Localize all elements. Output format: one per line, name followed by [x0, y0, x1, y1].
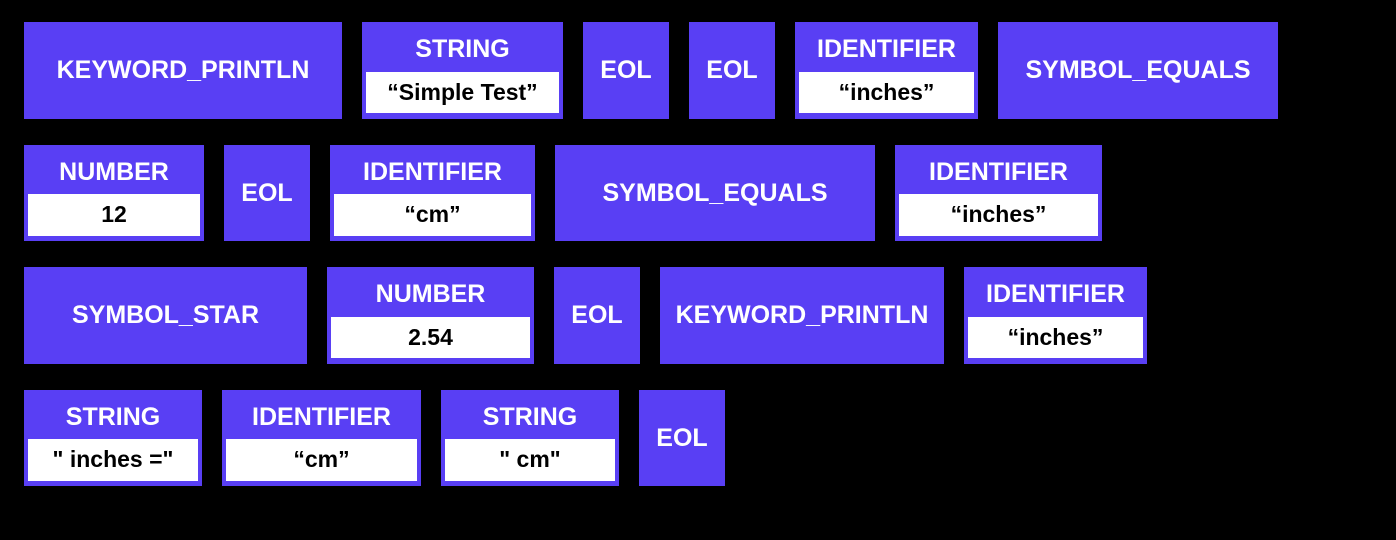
- token-type: EOL: [688, 26, 775, 115]
- token-value: “cm”: [226, 439, 417, 481]
- token: KEYWORD_PRINTLN: [24, 22, 342, 119]
- token-value: " cm": [445, 439, 615, 481]
- token-row: STRING" inches ="IDENTIFIER“cm”STRING" c…: [24, 390, 1372, 487]
- token-row: KEYWORD_PRINTLNSTRING“Simple Test”EOLEOL…: [24, 22, 1372, 119]
- token-value: “Simple Test”: [366, 72, 559, 114]
- token-row: SYMBOL_STARNUMBER2.54EOLKEYWORD_PRINTLNI…: [24, 267, 1372, 364]
- token: IDENTIFIER“cm”: [222, 390, 421, 487]
- token-stream-diagram: KEYWORD_PRINTLNSTRING“Simple Test”EOLEOL…: [0, 0, 1396, 540]
- token: IDENTIFIER“inches”: [895, 145, 1102, 242]
- token-value: “cm”: [334, 194, 531, 236]
- token-type: NUMBER: [28, 150, 200, 195]
- token-row: NUMBER12EOLIDENTIFIER“cm”SYMBOL_EQUALSID…: [24, 145, 1372, 242]
- token: EOL: [689, 22, 775, 119]
- token-type: SYMBOL_EQUALS: [584, 149, 845, 238]
- token-value: " inches =": [28, 439, 198, 481]
- token-type: IDENTIFIER: [799, 27, 974, 72]
- token: NUMBER12: [24, 145, 204, 242]
- token-type: SYMBOL_STAR: [54, 271, 277, 360]
- token-type: STRING: [366, 27, 559, 72]
- token: KEYWORD_PRINTLN: [660, 267, 944, 364]
- token-type: EOL: [223, 149, 310, 238]
- token-type: STRING: [445, 395, 615, 440]
- token: NUMBER2.54: [327, 267, 534, 364]
- token: SYMBOL_EQUALS: [998, 22, 1278, 119]
- token-value: 2.54: [331, 317, 530, 359]
- token: IDENTIFIER“inches”: [795, 22, 978, 119]
- token-value: 12: [28, 194, 200, 236]
- token: SYMBOL_EQUALS: [555, 145, 875, 242]
- token: STRING" cm": [441, 390, 619, 487]
- token: IDENTIFIER“cm”: [330, 145, 535, 242]
- token-type: IDENTIFIER: [226, 395, 417, 440]
- token-value: “inches”: [899, 194, 1098, 236]
- token-type: SYMBOL_EQUALS: [1007, 26, 1268, 115]
- token-rows: KEYWORD_PRINTLNSTRING“Simple Test”EOLEOL…: [24, 22, 1372, 486]
- token-type: IDENTIFIER: [968, 272, 1143, 317]
- token-type: STRING: [28, 395, 198, 440]
- token-type: IDENTIFIER: [334, 150, 531, 195]
- token: EOL: [554, 267, 640, 364]
- token: EOL: [583, 22, 669, 119]
- token-type: IDENTIFIER: [899, 150, 1098, 195]
- token-type: NUMBER: [331, 272, 530, 317]
- token-type: EOL: [553, 271, 640, 360]
- token-type: KEYWORD_PRINTLN: [658, 271, 947, 360]
- token-value: “inches”: [799, 72, 974, 114]
- token: STRING“Simple Test”: [362, 22, 563, 119]
- token-type: KEYWORD_PRINTLN: [39, 26, 328, 115]
- token-value: “inches”: [968, 317, 1143, 359]
- token: STRING" inches =": [24, 390, 202, 487]
- token-type: EOL: [582, 26, 669, 115]
- token: IDENTIFIER“inches”: [964, 267, 1147, 364]
- token: SYMBOL_STAR: [24, 267, 307, 364]
- token-type: EOL: [638, 394, 725, 483]
- token: EOL: [224, 145, 310, 242]
- token: EOL: [639, 390, 725, 487]
